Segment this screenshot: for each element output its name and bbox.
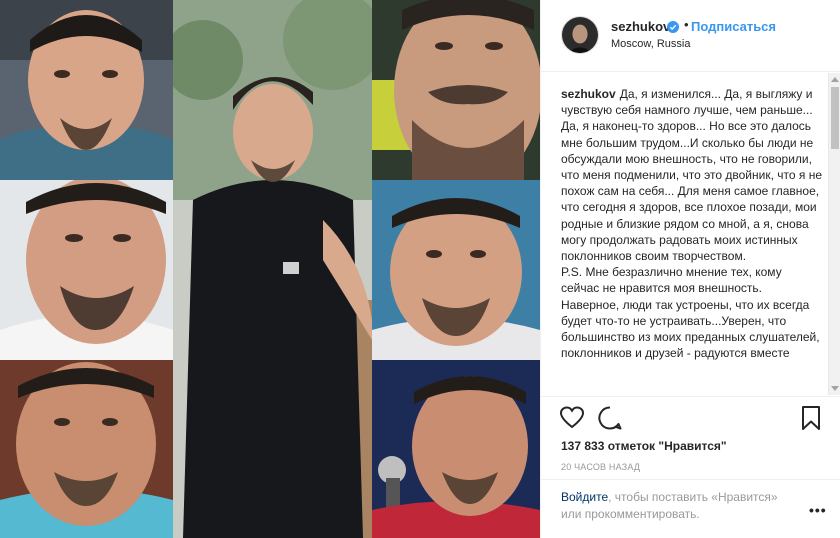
avatar[interactable] — [561, 16, 599, 54]
caption-paragraph-1: Да, я изменился... Да, я выгляжу и чувст… — [561, 87, 823, 264]
login-prompt-text: Войдите, чтобы поставить «Нравится» или … — [561, 489, 801, 523]
bookmark-icon[interactable] — [798, 405, 824, 431]
scrollbar-thumb[interactable] — [831, 87, 839, 149]
comment-bubble-icon[interactable] — [597, 405, 623, 431]
username-link[interactable]: sezhukov — [611, 19, 670, 34]
photo-full-body — [173, 0, 372, 538]
login-link[interactable]: Войдите — [561, 490, 608, 504]
post-image-collage — [0, 0, 540, 538]
photo-face-3 — [0, 180, 173, 360]
login-prompt: Войдите, чтобы поставить «Нравится» или … — [541, 479, 840, 538]
post-sidebar: sezhukov • Подписаться Moscow, Russia se… — [540, 0, 840, 538]
scroll-up-arrow-icon[interactable] — [831, 77, 839, 82]
photo-face-2 — [372, 0, 540, 180]
photo-face-1 — [0, 0, 173, 180]
caption-text: sezhukov Да, я изменился... Да, я выгляжу… — [561, 86, 823, 361]
post-header: sezhukov • Подписаться Moscow, Russia — [541, 0, 840, 72]
caption-scrollbar[interactable] — [828, 73, 840, 395]
post-actions: 137 833 отметок "Нравится" 20 ЧАСОВ НАЗА… — [541, 396, 840, 486]
caption-username[interactable]: sezhukov — [561, 87, 616, 101]
photo-face-4 — [372, 180, 540, 360]
more-options-icon[interactable]: ••• — [809, 502, 827, 518]
likes-count[interactable]: 137 833 отметок "Нравится" — [561, 439, 727, 453]
photo-face-6 — [372, 360, 540, 538]
caption-area[interactable]: sezhukov Да, я изменился... Да, я выгляжу… — [541, 73, 840, 395]
caption-paragraph-2: P.S. Мне безразлично мнение тех, кому се… — [561, 265, 820, 361]
photo-face-5 — [0, 360, 173, 538]
heart-icon[interactable] — [559, 405, 585, 431]
separator-dot: • — [684, 17, 689, 32]
verified-badge-icon — [667, 20, 679, 33]
follow-button[interactable]: Подписаться — [691, 19, 776, 34]
post-timestamp[interactable]: 20 ЧАСОВ НАЗАД — [561, 462, 640, 472]
scroll-down-arrow-icon[interactable] — [831, 386, 839, 391]
location-link[interactable]: Moscow, Russia — [611, 38, 690, 50]
